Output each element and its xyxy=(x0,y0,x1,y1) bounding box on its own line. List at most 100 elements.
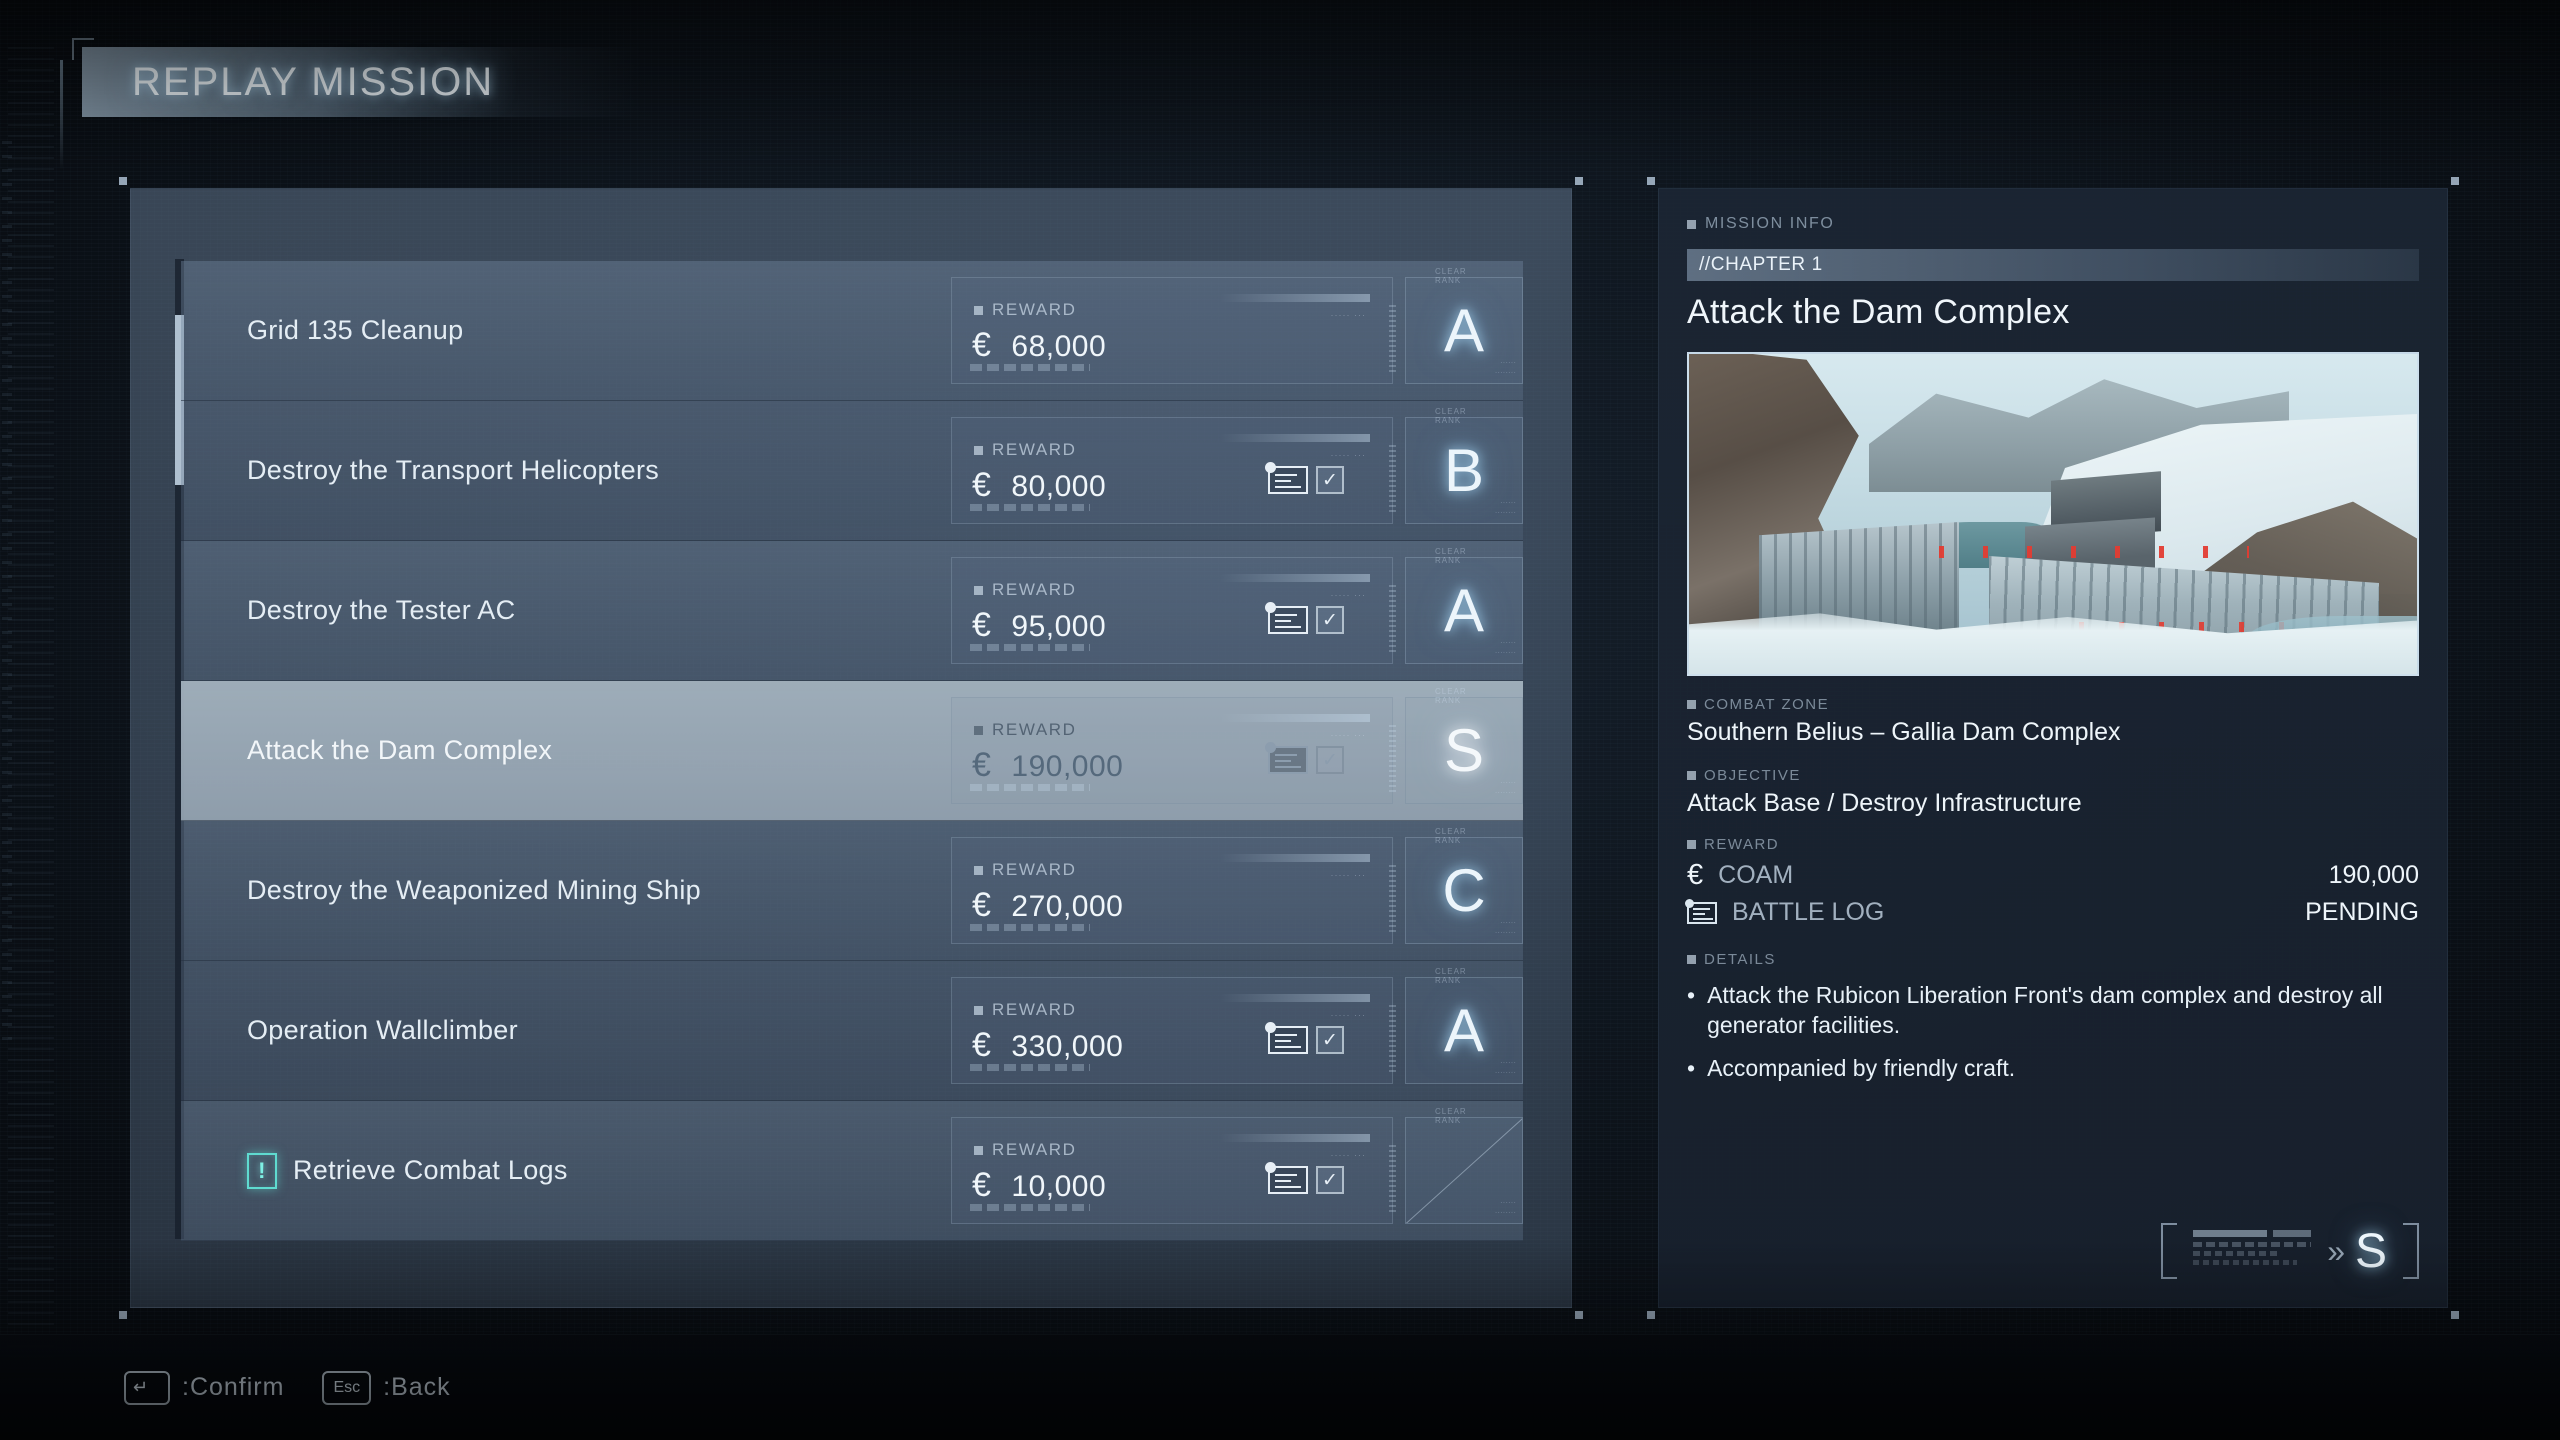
reward-deco-bar xyxy=(1220,854,1370,862)
mission-row[interactable]: Attack the Dam Complex ····· ··· REWARD €19… xyxy=(181,681,1523,821)
reward-deco-footer xyxy=(970,924,1090,931)
battle-log-icon xyxy=(1265,742,1308,774)
battle-log-status: ✓ xyxy=(1265,742,1344,774)
chevrons-icon: » xyxy=(2327,1232,2345,1269)
reward-cell-label: REWARD xyxy=(974,440,1077,460)
mission-title: Attack the Dam Complex xyxy=(1687,293,2070,331)
combat-zone-label: COMBAT ZONE xyxy=(1687,696,2419,713)
detail-text: Attack the Rubicon Liberation Front's da… xyxy=(1707,982,2383,1039)
battle-log-icon xyxy=(1685,898,1717,924)
mission-list: Grid 135 Cleanup ····· ··· REWARD €68,000 CL… xyxy=(181,261,1523,1241)
left-edge-decoration-secondary xyxy=(2,140,12,1040)
coam-currency-icon: € xyxy=(972,886,992,924)
battle-log-icon xyxy=(1265,462,1308,494)
battle-log-check-icon: ✓ xyxy=(1316,746,1344,774)
rank-empty-slash-icon xyxy=(1406,1118,1522,1223)
reward-cell-amount: €10,000 xyxy=(972,1168,1106,1204)
mission-reward-cell: ····· ··· REWARD €80,000 ✓ xyxy=(951,417,1396,524)
badge-decoration xyxy=(2193,1228,2312,1274)
chapter-text: //CHAPTER 1 xyxy=(1699,254,1823,275)
reward-deco-vertical xyxy=(1389,582,1396,652)
reward-cell-label-text: REWARD xyxy=(992,860,1077,879)
confirm-hint: :Confirm xyxy=(182,1373,285,1401)
reward-deco-vertical xyxy=(1389,862,1396,932)
info-corner-dot-br xyxy=(2451,1311,2459,1319)
rank-cell-footnote: ······ ········ xyxy=(1494,358,1516,377)
mission-row[interactable]: Destroy the Weaponized Mining Ship ····· … xyxy=(181,821,1523,961)
rank-cell-footnote: ······ ········ xyxy=(1494,918,1516,937)
rank-cell-tag: CLEAR RANK xyxy=(1435,547,1467,565)
rank-cell-tag: CLEAR RANK xyxy=(1435,267,1467,285)
reward-cell-amount: €80,000 xyxy=(972,468,1106,504)
rank-cell-tag: CLEAR RANK xyxy=(1435,827,1467,845)
rank-letter: A xyxy=(1443,576,1485,644)
reward-cell-label: REWARD xyxy=(974,860,1077,880)
reward-amount-text: 95,000 xyxy=(1011,610,1107,643)
mission-row[interactable]: Destroy the Tester AC ····· ··· REWARD €95,… xyxy=(181,541,1523,681)
objective-value: Attack Base / Destroy Infrastructure xyxy=(1687,789,2082,817)
coam-currency-icon: € xyxy=(972,746,992,784)
bullet-square-icon xyxy=(1687,771,1696,780)
mission-row[interactable]: ! Retrieve Combat Logs ····· ··· REWARD €10,… xyxy=(181,1101,1523,1241)
mission-name-text: Retrieve Combat Logs xyxy=(293,1155,568,1185)
panel-corner-dot-tl xyxy=(119,177,127,185)
coam-currency-icon: € xyxy=(1687,859,1704,891)
reward-section: REWARD € COAM 190,000 BATTLE LOG PENDING xyxy=(1685,836,2419,927)
mission-reward-cell: ····· ··· REWARD €68,000 xyxy=(951,277,1396,384)
reward-amount-text: 330,000 xyxy=(1011,1030,1124,1063)
reward-cell-label: REWARD xyxy=(974,1000,1077,1020)
mission-rank-cell: CLEAR RANK ······ ········ xyxy=(1405,1107,1523,1224)
reward-label-text: REWARD xyxy=(1704,836,1780,853)
reward-amount-text: 80,000 xyxy=(1011,470,1107,503)
bullet-square-icon xyxy=(1687,955,1696,964)
reward-deco-bar xyxy=(1220,294,1370,302)
reward-deco-text: ····· ··· xyxy=(1330,1010,1366,1020)
bullet-square-icon xyxy=(974,865,983,875)
mission-name-text: Operation Wallclimber xyxy=(247,1015,518,1045)
mission-list-panel: Grid 135 Cleanup ····· ··· REWARD €68,000 CL… xyxy=(119,177,1583,1319)
details-list: • Attack the Rubicon Liberation Front's d… xyxy=(1687,980,2419,1083)
mission-info-label: MISSION INFO xyxy=(1687,215,2419,233)
enter-key-icon xyxy=(124,1370,170,1405)
badge-rank-letter: S xyxy=(2354,1224,2387,1278)
chapter-banner: //CHAPTER 1 xyxy=(1687,249,2419,281)
reward-deco-text: ····· ··· xyxy=(1330,730,1366,740)
panel-corner-dot-bl xyxy=(119,1311,127,1319)
reward-cell-amount: €330,000 xyxy=(972,1028,1123,1064)
mission-reward-cell: ····· ··· REWARD €330,000 ✓ xyxy=(951,977,1396,1084)
mission-row[interactable]: Grid 135 Cleanup ····· ··· REWARD €68,000 CL… xyxy=(181,261,1523,401)
battle-log-check-icon: ✓ xyxy=(1316,606,1344,634)
reward-cell-label-text: REWARD xyxy=(992,580,1077,599)
mission-rank-cell: CLEAR RANK ······ ········ A xyxy=(1405,267,1523,384)
bullet-square-icon xyxy=(1687,219,1696,229)
rank-cell-tag: CLEAR RANK xyxy=(1435,967,1467,985)
back-hint: :Back xyxy=(383,1373,451,1401)
bullet-square-icon xyxy=(974,725,983,735)
bullet-square-icon xyxy=(1687,840,1696,849)
mission-rank-cell: CLEAR RANK ······ ········ C xyxy=(1405,827,1523,944)
mission-rank-cell: CLEAR RANK ······ ········ A xyxy=(1405,547,1523,664)
coam-currency-icon: € xyxy=(972,606,992,644)
reward-deco-footer xyxy=(970,644,1090,651)
rank-cell-footnote: ······ ········ xyxy=(1494,1058,1516,1077)
battle-log-row: BATTLE LOG PENDING xyxy=(1685,898,2419,927)
battle-log-status: ✓ xyxy=(1265,1162,1344,1194)
bullet-square-icon xyxy=(974,445,983,455)
reward-deco-footer xyxy=(970,1064,1090,1071)
mission-name-text: Destroy the Transport Helicopters xyxy=(247,455,660,485)
mission-row[interactable]: Destroy the Transport Helicopters ····· ·… xyxy=(181,401,1523,541)
detail-bullet: • Attack the Rubicon Liberation Front's d… xyxy=(1687,980,2387,1041)
reward-amount-text: 68,000 xyxy=(1011,330,1107,363)
thumb-warning-lights-upper xyxy=(1939,546,2249,558)
mission-reward-cell: ····· ··· REWARD €95,000 ✓ xyxy=(951,557,1396,664)
mission-name-text: Attack the Dam Complex xyxy=(247,735,553,765)
reward-cell-label: REWARD xyxy=(974,580,1077,600)
mission-row[interactable]: Operation Wallclimber ····· ··· REWARD €330… xyxy=(181,961,1523,1101)
mission-info-panel: MISSION INFO //CHAPTER 1 Attack the Dam … xyxy=(1647,177,2459,1319)
bullet-square-icon xyxy=(974,1005,983,1015)
reward-amount-text: 10,000 xyxy=(1011,1170,1107,1203)
battle-log-check-icon: ✓ xyxy=(1316,466,1344,494)
alert-exclamation-icon: ! xyxy=(247,1152,277,1189)
battle-log-check-icon: ✓ xyxy=(1316,1026,1344,1054)
screen-header: REPLAY MISSION xyxy=(82,47,642,117)
